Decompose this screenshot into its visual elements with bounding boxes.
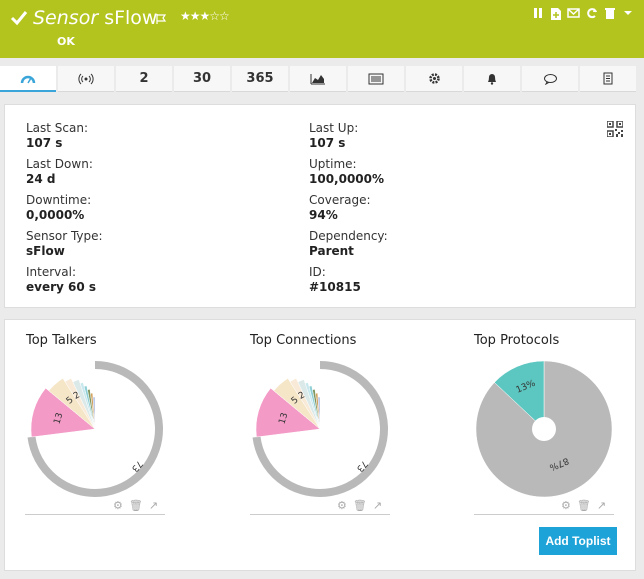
refresh-icon[interactable] (585, 7, 598, 21)
top-protocols-tools: ⚙ 🗑 ↗ (561, 499, 606, 512)
status-text: OK (57, 35, 75, 48)
flag-icon[interactable] (155, 13, 167, 25)
coverage-label: Coverage: (309, 193, 371, 207)
email-icon[interactable] (567, 7, 580, 21)
top-connections-tools: ⚙ 🗑 ↗ (337, 499, 382, 512)
divider (25, 514, 165, 515)
tab-notifications[interactable] (464, 66, 520, 92)
tab-settings[interactable] (406, 66, 462, 92)
tab-30-days[interactable]: 30 (174, 66, 230, 92)
top-protocols-chart[interactable]: 87%13% (474, 359, 614, 499)
dependency-label: Dependency: (309, 229, 388, 243)
qr-code-icon[interactable] (607, 121, 623, 137)
downtime-label: Downtime: (26, 193, 92, 207)
top-talkers-chart[interactable]: 731352 (25, 359, 165, 499)
live-icon (78, 73, 94, 84)
top-talkers-title: Top Talkers (26, 333, 97, 348)
id-label: ID: (309, 265, 326, 279)
uptime: Uptime: 100,0000% (309, 157, 384, 187)
dependency-value[interactable]: Parent (309, 244, 388, 259)
id-value: #10815 (309, 280, 361, 294)
tab-historic-data[interactable] (290, 66, 346, 92)
last-down-label: Last Down: (26, 157, 93, 171)
external-link-icon[interactable]: ↗ (149, 499, 158, 512)
header-actions (531, 7, 634, 21)
divider (474, 514, 614, 515)
tab-comments[interactable] (522, 66, 578, 92)
tab-overview[interactable] (0, 66, 56, 92)
divider (250, 514, 390, 515)
top-protocols-title: Top Protocols (474, 333, 560, 348)
last-scan-label: Last Scan: (26, 121, 89, 135)
last-down: Last Down: 24 d (26, 157, 93, 187)
last-up: Last Up: 107 s (309, 121, 358, 151)
sensor-info-panel: Last Scan: 107 s Last Down: 24 d Downtim… (4, 104, 636, 308)
delete-icon[interactable] (603, 7, 616, 21)
coverage-value: 94% (309, 208, 338, 222)
priority-stars[interactable]: ★★★☆☆ (180, 9, 230, 23)
delete-icon[interactable]: 🗑 (129, 499, 143, 512)
page-title: Sensor sFlow (33, 6, 157, 30)
top-connections-title: Top Connections (250, 333, 357, 348)
uptime-label: Uptime: (309, 157, 357, 171)
edit-icon[interactable]: ⚙ (561, 499, 571, 512)
sensor-type: Sensor Type: sFlow (26, 229, 103, 259)
uptime-value: 100,0000% (309, 172, 385, 186)
top-connections-chart[interactable]: 731352 (250, 359, 390, 499)
coverage: Coverage: 94% (309, 193, 371, 223)
sensor-tabs: 2 30 365 (0, 66, 644, 92)
sensor-type-value: sFlow (26, 244, 65, 258)
pie-center (532, 417, 556, 441)
downtime-value: 0,0000% (26, 208, 85, 222)
external-link-icon[interactable]: ↗ (597, 499, 606, 512)
last-down-value: 24 d (26, 172, 56, 186)
tab-365-days[interactable]: 365 (232, 66, 288, 92)
graph-icon (310, 73, 325, 84)
interval-value: every 60 s (26, 280, 97, 294)
report-icon[interactable] (549, 7, 562, 21)
check-icon (10, 11, 28, 26)
history-icon (603, 72, 613, 85)
chevron-down-icon[interactable] (621, 7, 634, 21)
bell-icon (488, 74, 496, 85)
comment-icon (543, 73, 557, 85)
title-prefix: Sensor (33, 7, 99, 29)
last-scan: Last Scan: 107 s (26, 121, 88, 151)
tab-live-data[interactable] (58, 66, 114, 92)
last-scan-value: 107 s (26, 136, 63, 150)
tab-2-days[interactable]: 2 (116, 66, 172, 92)
last-up-value: 107 s (309, 136, 346, 150)
delete-icon[interactable]: 🗑 (577, 499, 591, 512)
sensor-name: sFlow (104, 7, 158, 29)
downtime: Downtime: 0,0000% (26, 193, 91, 223)
pause-icon[interactable] (531, 7, 544, 21)
sensor-id: ID: #10815 (309, 265, 361, 295)
add-toplist-button[interactable]: Add Toplist (539, 527, 617, 555)
interval: Interval: every 60 s (26, 265, 96, 295)
edit-icon[interactable]: ⚙ (337, 499, 347, 512)
toplists-panel: Top Talkers Top Connections Top Protocol… (4, 319, 636, 571)
last-up-label: Last Up: (309, 121, 359, 135)
gauge-icon (20, 75, 36, 84)
sensor-header: Sensor sFlow ★★★☆☆ OK (0, 0, 644, 58)
delete-icon[interactable]: 🗑 (353, 499, 367, 512)
external-link-icon[interactable]: ↗ (373, 499, 382, 512)
sensor-type-label: Sensor Type: (26, 229, 103, 243)
edit-icon[interactable]: ⚙ (113, 499, 123, 512)
top-talkers-tools: ⚙ 🗑 ↗ (113, 499, 158, 512)
settings-icon (428, 73, 440, 84)
interval-label: Interval: (26, 265, 76, 279)
tab-log[interactable] (348, 66, 404, 92)
tab-history[interactable] (580, 66, 636, 92)
dependency: Dependency: Parent (309, 229, 388, 259)
log-icon (368, 73, 384, 84)
